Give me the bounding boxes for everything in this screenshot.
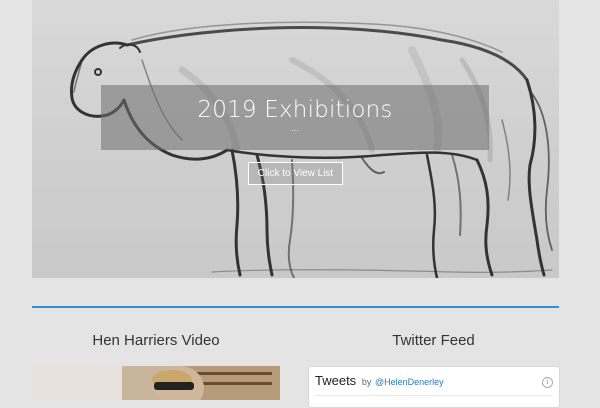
hero-title: 2019 Exhibitions <box>197 97 393 123</box>
twitter-handle-link[interactable]: @HelenDenerley <box>375 377 444 387</box>
hero-caption-box: 2019 Exhibitions ... <box>101 85 489 150</box>
hero-subtitle: ... <box>291 123 299 133</box>
video-thumbnail-image <box>32 366 280 400</box>
tweets-heading: Tweets by @HelenDenerley <box>315 373 444 388</box>
view-list-button[interactable]: Click to View List <box>248 162 343 185</box>
info-icon[interactable]: i <box>542 377 553 388</box>
section-divider <box>32 306 559 308</box>
tweet-header-rule <box>315 395 553 396</box>
hero-banner: 2019 Exhibitions ... Click to View List <box>32 0 559 278</box>
tweets-heading-label: Tweets <box>315 373 357 388</box>
twitter-timeline-widget[interactable]: Tweets by @HelenDenerley i <box>308 366 560 408</box>
video-section-title: Hen Harriers Video <box>92 332 220 349</box>
video-thumbnail[interactable] <box>32 366 280 400</box>
tweets-by-label: by <box>361 377 372 387</box>
twitter-section-title: Twitter Feed <box>392 332 475 349</box>
